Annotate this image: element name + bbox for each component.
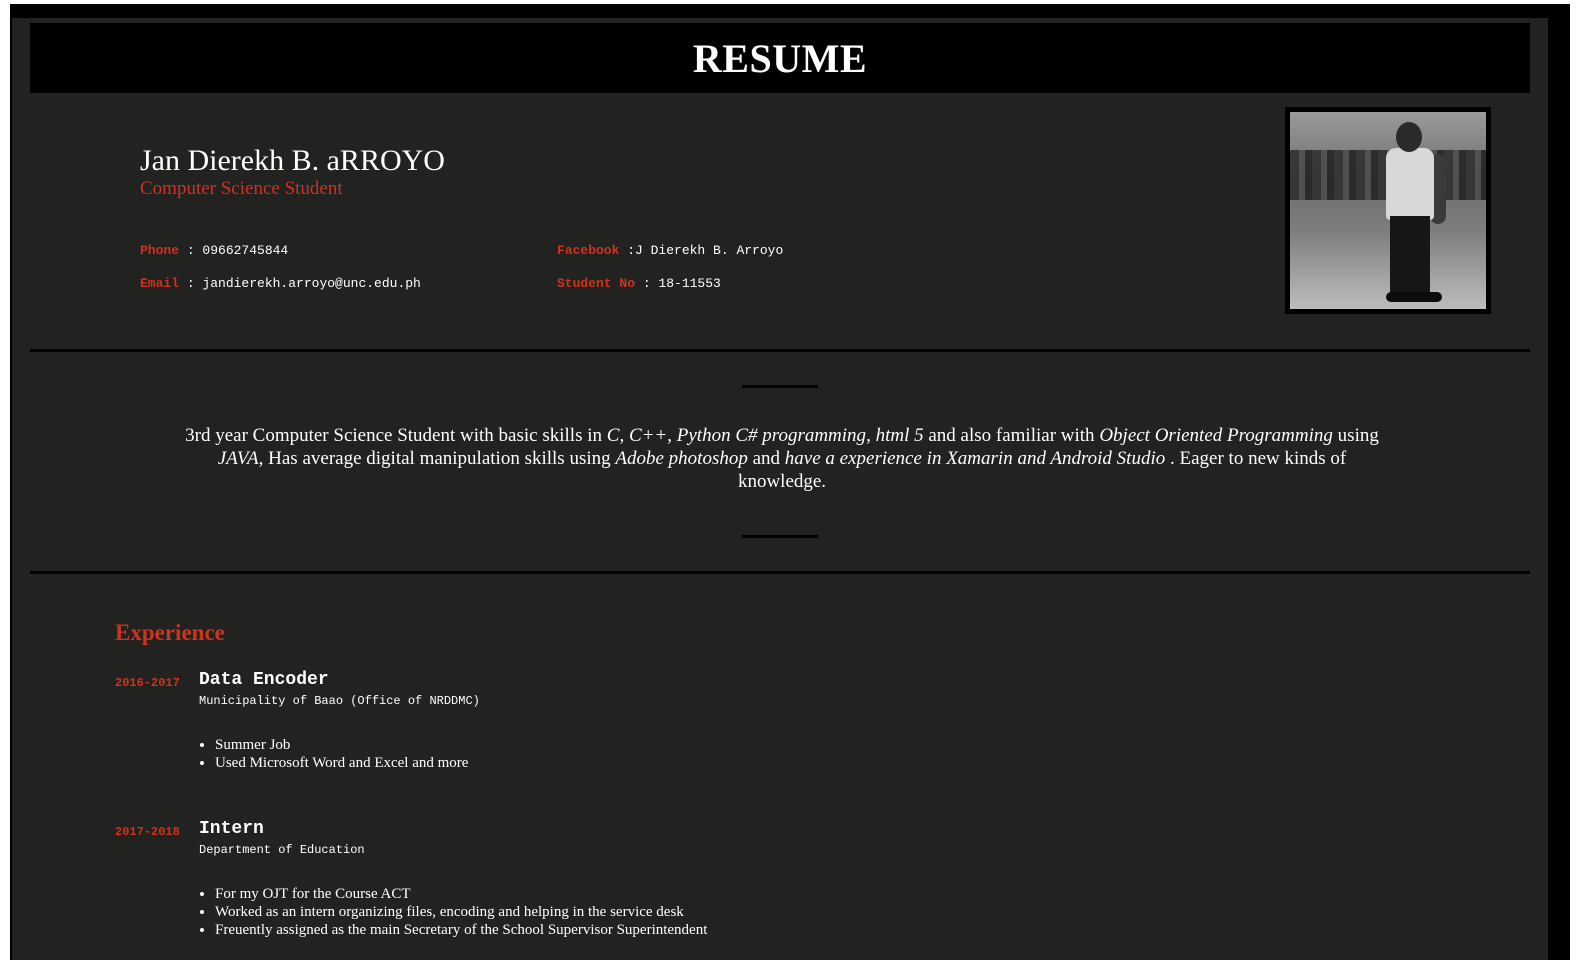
email-label: Email <box>140 276 180 291</box>
page-title: RESUME <box>692 35 868 81</box>
summary-text: 3rd year Computer Science Student with b… <box>185 425 1379 492</box>
email-contact: Email : jandierekh.arroyo@unc.edu.ph <box>140 276 421 291</box>
facebook-contact: Facebook :J Dierekh B. Arroyo <box>557 243 783 258</box>
short-divider <box>742 385 818 388</box>
list-item: For my OJT for the Course ACT <box>215 885 707 903</box>
profile-role: Computer Science Student <box>140 178 343 199</box>
facebook-value[interactable]: :J Dierekh B. Arroyo <box>619 243 783 258</box>
student-no-label: Student No <box>557 276 636 291</box>
job-organization: Department of Education <box>199 843 365 857</box>
list-item: Worked as an intern organizing files, en… <box>215 903 707 921</box>
job-organization: Municipality of Baao (Office of NRDDMC) <box>199 694 480 708</box>
email-value[interactable]: : jandierekh.arroyo@unc.edu.ph <box>179 276 421 291</box>
job-title: Data Encoder <box>199 670 329 690</box>
profile-name: Jan Dierekh B. aRROYO <box>140 144 445 177</box>
divider <box>30 571 1530 574</box>
job-title: Intern <box>199 819 264 839</box>
list-item: Summer Job <box>215 736 468 754</box>
experience-heading: Experience <box>115 620 225 645</box>
experience-item: 2016-2017 Data Encoder Municipality of B… <box>115 670 1015 790</box>
job-duties: For my OJT for the Course ACT Worked as … <box>199 885 707 939</box>
profile-photo-frame <box>1285 107 1491 314</box>
divider <box>30 349 1530 352</box>
page-frame: RESUME Jan Dierekh B. aRROYO Computer Sc… <box>10 4 1570 960</box>
header-bar: RESUME <box>30 23 1530 93</box>
experience-item: 2017-2018 Intern Department of Education… <box>115 819 1015 949</box>
profile-photo <box>1290 112 1486 309</box>
phone-contact: Phone : 09662745844 <box>140 243 288 258</box>
student-no-contact: Student No : 18-11553 <box>557 276 721 291</box>
list-item: Used Microsoft Word and Excel and more <box>215 754 468 772</box>
facebook-label: Facebook <box>557 243 620 258</box>
short-divider <box>742 535 818 538</box>
job-duties: Summer Job Used Microsoft Word and Excel… <box>199 736 468 772</box>
job-years: 2017-2018 <box>115 825 180 839</box>
phone-label: Phone <box>140 243 180 258</box>
job-years: 2016-2017 <box>115 676 180 690</box>
list-item: Freuently assigned as the main Secretary… <box>215 921 707 939</box>
phone-value: : 09662745844 <box>179 243 289 258</box>
resume-sheet: RESUME Jan Dierekh B. aRROYO Computer Sc… <box>12 18 1548 960</box>
student-no-value: : 18-11553 <box>635 276 721 291</box>
